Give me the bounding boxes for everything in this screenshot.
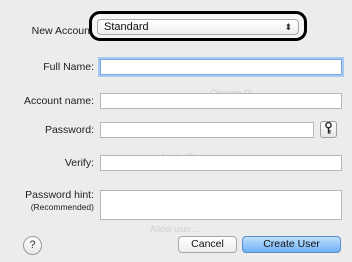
background-ghost-text: Allow user… (150, 224, 201, 234)
account-type-dropdown[interactable]: Standard ⬍ (97, 19, 299, 35)
up-down-chevron-icon: ⬍ (284, 22, 292, 32)
verify-label: Verify: (64, 157, 94, 169)
key-icon (325, 121, 332, 134)
help-icon: ? (29, 239, 36, 251)
password-hint-label: Password hint: (25, 189, 94, 201)
full-name-label: Full Name: (43, 61, 94, 73)
help-button[interactable]: ? (23, 236, 42, 255)
password-hint-sublabel: (Recommended) (30, 202, 94, 212)
password-field[interactable] (100, 122, 314, 138)
account-name-label: Account name: (23, 95, 94, 107)
full-name-field[interactable] (100, 59, 342, 75)
password-hint-field[interactable] (100, 190, 342, 220)
new-account-sheet: Change Pi… Apple ID… Allow user… New Acc… (0, 0, 352, 262)
create-user-button[interactable]: Create User (242, 236, 341, 253)
account-type-value: Standard (104, 21, 149, 33)
password-label: Password: (44, 124, 94, 136)
cancel-button[interactable]: Cancel (178, 236, 237, 253)
new-account-label: New Accoun (31, 25, 90, 37)
account-name-field[interactable] (100, 93, 342, 109)
verify-field[interactable] (100, 155, 342, 171)
password-assistant-key-icon[interactable] (320, 121, 337, 138)
